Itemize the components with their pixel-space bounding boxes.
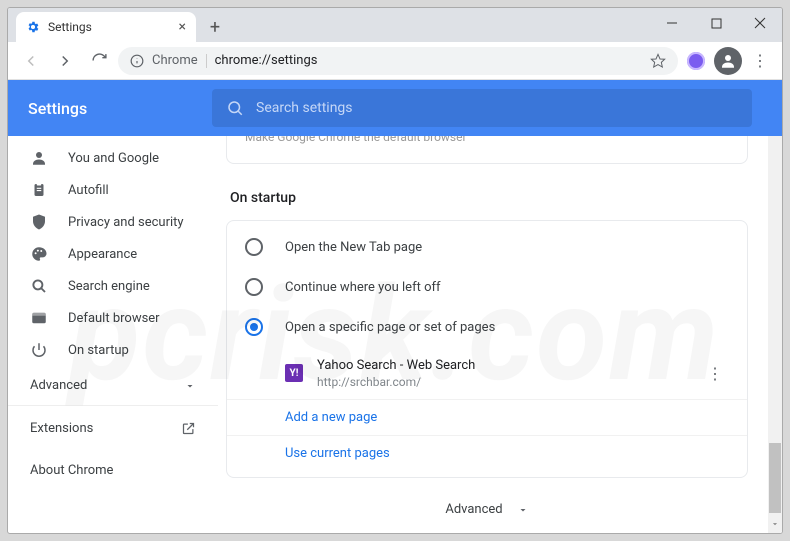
option-new-tab[interactable]: Open the New Tab page xyxy=(227,227,747,267)
omnibox-url: chrome://settings xyxy=(215,53,318,68)
profile-avatar[interactable] xyxy=(714,47,742,75)
shield-icon xyxy=(30,213,48,231)
about-label: About Chrome xyxy=(30,463,113,478)
extensions-label: Extensions xyxy=(30,421,93,436)
settings-app: Settings You and Google Autofill P xyxy=(8,80,782,533)
main-region: You and Google Autofill Privacy and secu… xyxy=(8,136,782,533)
sidebar-item-label: Autofill xyxy=(68,183,109,198)
option-label: Open the New Tab page xyxy=(285,240,422,255)
extension-icon[interactable] xyxy=(682,47,710,75)
option-specific-pages[interactable]: Open a specific page or set of pages xyxy=(227,307,747,347)
radio-icon xyxy=(245,238,263,256)
new-tab-button[interactable]: + xyxy=(202,14,228,40)
sidebar-item-on-startup[interactable]: On startup xyxy=(8,334,218,366)
clipboard-icon xyxy=(30,181,48,199)
sidebar-item-search-engine[interactable]: Search engine xyxy=(8,270,218,302)
back-button[interactable] xyxy=(16,46,46,76)
startup-page-title: Yahoo Search - Web Search xyxy=(317,357,687,375)
sidebar-item-label: On startup xyxy=(68,343,129,358)
startup-card: Open the New Tab page Continue where you… xyxy=(226,220,748,478)
option-label: Open a specific page or set of pages xyxy=(285,320,495,335)
titlebar: Settings × + xyxy=(8,8,782,42)
sidebar-item-you-and-google[interactable]: You and Google xyxy=(8,142,218,174)
scrollbar[interactable] xyxy=(768,136,782,533)
chevron-down-icon xyxy=(517,504,529,516)
section-title: On startup xyxy=(230,190,744,206)
sidebar-item-label: You and Google xyxy=(68,151,159,166)
maximize-button[interactable] xyxy=(694,8,738,38)
sidebar-about[interactable]: About Chrome xyxy=(8,450,218,490)
startup-page-row: Y! Yahoo Search - Web Search http://srch… xyxy=(227,347,747,399)
open-in-new-icon xyxy=(181,421,196,436)
chevron-down-icon xyxy=(184,380,196,392)
site-favicon: Y! xyxy=(285,364,303,382)
advanced-footer-button[interactable]: Advanced xyxy=(226,478,748,533)
search-icon xyxy=(30,277,48,295)
scroll-down-arrow[interactable] xyxy=(769,517,781,531)
site-info-icon xyxy=(130,54,144,68)
close-window-button[interactable] xyxy=(738,8,782,38)
bookmark-star-icon[interactable] xyxy=(650,53,666,69)
power-icon xyxy=(30,341,48,359)
gear-icon xyxy=(26,20,40,34)
search-icon xyxy=(226,99,244,117)
browser-window: Settings × + Chrome chrome://settings ⋮ … xyxy=(7,7,783,534)
startup-page-url: http://srchbar.com/ xyxy=(317,375,687,389)
address-bar: Chrome chrome://settings ⋮ xyxy=(8,42,782,80)
tab-title: Settings xyxy=(48,20,92,34)
sidebar-advanced-toggle[interactable]: Advanced xyxy=(8,366,218,406)
sidebar-item-privacy[interactable]: Privacy and security xyxy=(8,206,218,238)
sidebar-extensions[interactable]: Extensions xyxy=(8,406,218,450)
reload-button[interactable] xyxy=(84,46,114,76)
forward-button[interactable] xyxy=(50,46,80,76)
page-title: Settings xyxy=(28,99,188,118)
omnibox[interactable]: Chrome chrome://settings xyxy=(118,47,678,75)
radio-icon xyxy=(245,278,263,296)
option-label: Continue where you left off xyxy=(285,280,441,295)
browser-icon xyxy=(30,309,48,327)
radio-checked-icon xyxy=(245,318,263,336)
sidebar-item-label: Privacy and security xyxy=(68,215,184,230)
settings-search[interactable] xyxy=(212,89,752,127)
sidebar: You and Google Autofill Privacy and secu… xyxy=(8,136,218,533)
sidebar-item-appearance[interactable]: Appearance xyxy=(8,238,218,270)
omnibox-divider xyxy=(206,54,207,68)
content-panel: Make Google Chrome the default browser O… xyxy=(218,136,782,533)
sidebar-item-label: Search engine xyxy=(68,279,150,294)
app-header: Settings xyxy=(8,80,782,136)
browser-tab[interactable]: Settings × xyxy=(16,12,196,42)
sidebar-item-autofill[interactable]: Autofill xyxy=(8,174,218,206)
scrollbar-thumb[interactable] xyxy=(769,443,781,513)
use-current-pages-button[interactable]: Use current pages xyxy=(227,435,747,471)
truncated-card: Make Google Chrome the default browser xyxy=(226,136,748,164)
sidebar-item-label: Default browser xyxy=(68,311,160,326)
window-controls xyxy=(650,8,782,42)
palette-icon xyxy=(30,245,48,263)
minimize-button[interactable] xyxy=(650,8,694,38)
close-tab-icon[interactable]: × xyxy=(179,20,186,34)
advanced-label: Advanced xyxy=(30,378,87,393)
option-continue[interactable]: Continue where you left off xyxy=(227,267,747,307)
person-icon xyxy=(30,149,48,167)
page-more-button[interactable]: ⋮ xyxy=(701,364,729,383)
search-input[interactable] xyxy=(256,100,738,116)
advanced-footer-label: Advanced xyxy=(445,502,502,517)
sidebar-item-label: Appearance xyxy=(68,247,137,262)
omnibox-prefix: Chrome xyxy=(152,53,198,68)
add-new-page-button[interactable]: Add a new page xyxy=(227,399,747,435)
sidebar-item-default-browser[interactable]: Default browser xyxy=(8,302,218,334)
truncated-text: Make Google Chrome the default browser xyxy=(245,136,467,144)
chrome-menu-button[interactable]: ⋮ xyxy=(746,51,774,70)
